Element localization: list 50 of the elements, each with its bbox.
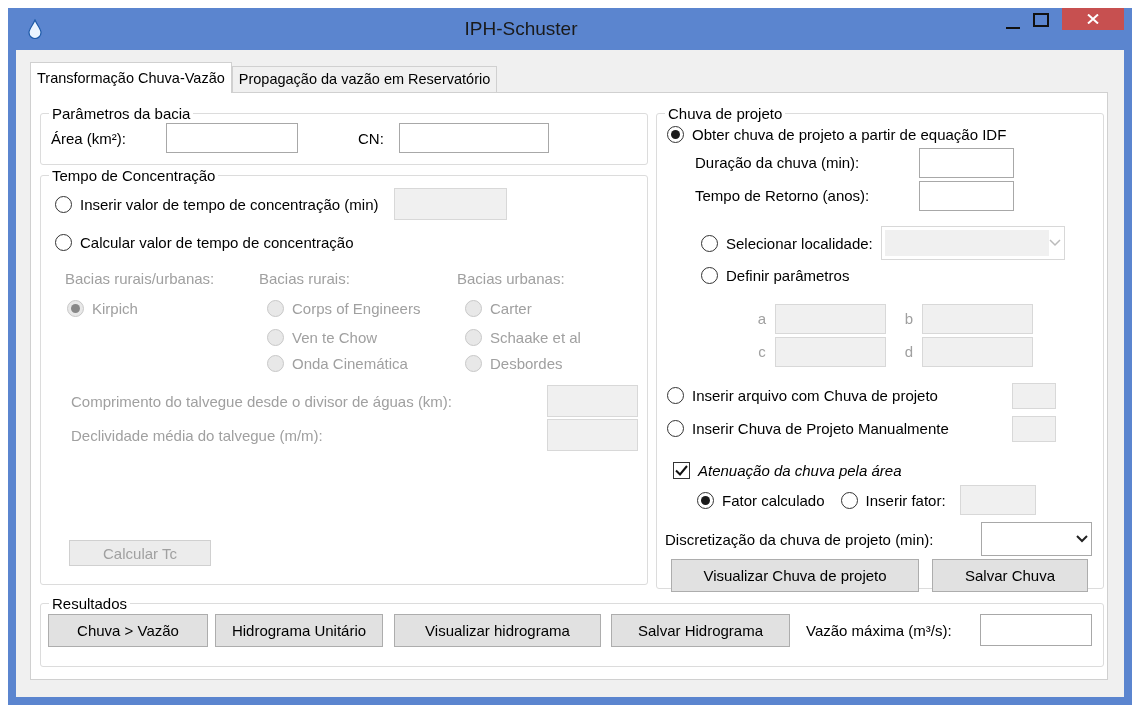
water-drop-icon [28, 19, 42, 39]
radio-option[interactable]: Fator calculado [697, 491, 825, 509]
chevron-down-icon [1048, 239, 1061, 247]
window-title: IPH-Schuster [463, 18, 579, 40]
action-button[interactable]: Visualizar hidrograma [394, 613, 601, 647]
radio-option[interactable]: Inserir Chuva de Projeto Manualmente [667, 420, 949, 437]
radio-option[interactable]: Obter chuva de projeto a partir de equação IDF [667, 125, 1007, 143]
field-label: Tempo de Retorno (anos): [695, 187, 871, 204]
parameter-label: b [903, 310, 915, 327]
radio-option[interactable]: Definir parâmetros [701, 266, 850, 284]
input-field[interactable] [919, 147, 1014, 178]
action-button[interactable]: Chuva > Vazão [48, 613, 208, 647]
group-title: Tempo de Concentração [51, 167, 217, 184]
input-field[interactable] [919, 180, 1014, 211]
save-rain-button[interactable]: Salvar Chuva [932, 558, 1088, 592]
radio-option[interactable]: Inserir arquivo com Chuva de projeto [667, 387, 938, 404]
discretization-dropdown[interactable] [981, 522, 1092, 556]
group-title: Chuva de projeto [667, 105, 784, 122]
group-heading: Bacias rurais: [259, 269, 350, 287]
close-button[interactable] [1062, 8, 1124, 30]
parameter-label: a [756, 310, 768, 327]
action-button[interactable]: Hidrograma Unitário [215, 613, 383, 647]
radio-option[interactable]: Calcular valor de tempo de concentração [55, 233, 354, 251]
view-rain-button[interactable]: Visualizar Chuva de projeto [671, 558, 919, 592]
parameter-label: d [903, 343, 915, 360]
input-field[interactable] [399, 123, 549, 153]
group-heading: Bacias urbanas: [457, 269, 565, 287]
input-field[interactable] [166, 123, 298, 153]
chevron-down-icon [1076, 535, 1088, 543]
field-label: Discretização da chuva de projeto (min): [665, 530, 935, 548]
group-heading: Bacias rurais/urbanas: [65, 269, 215, 287]
attenuation-checkbox[interactable]: Atenuação da chuva pela área [673, 461, 902, 479]
group-title: Resultados [51, 595, 129, 612]
field-label: Vazão máxima (m³/s): [806, 621, 953, 639]
input-field[interactable] [980, 614, 1092, 646]
field-label: Comprimento do talvegue desde o divisor de águas (km): [71, 392, 454, 410]
field-label: Declividade média do talvegue (m/m): [71, 426, 324, 444]
field-label: CN: [358, 129, 385, 147]
tab[interactable]: Transformação Chuva-Vazão [30, 62, 232, 93]
radio-option[interactable]: Inserir fator: [840, 491, 946, 509]
minimize-icon [1006, 26, 1020, 30]
action-button[interactable]: Salvar Hidrograma [611, 613, 790, 647]
field-label: Área (km²): [51, 129, 127, 147]
parameter-label: c [757, 343, 767, 360]
maximize-icon [1033, 13, 1049, 27]
field-label: Duração da chuva (min): [695, 154, 861, 171]
tab[interactable]: Propagação da vazão em Reservatório [231, 66, 498, 92]
group-title: Parâmetros da bacia [51, 105, 192, 122]
radio-option[interactable]: Inserir valor de tempo de concentração (min) [55, 195, 379, 213]
close-icon [1087, 14, 1099, 24]
